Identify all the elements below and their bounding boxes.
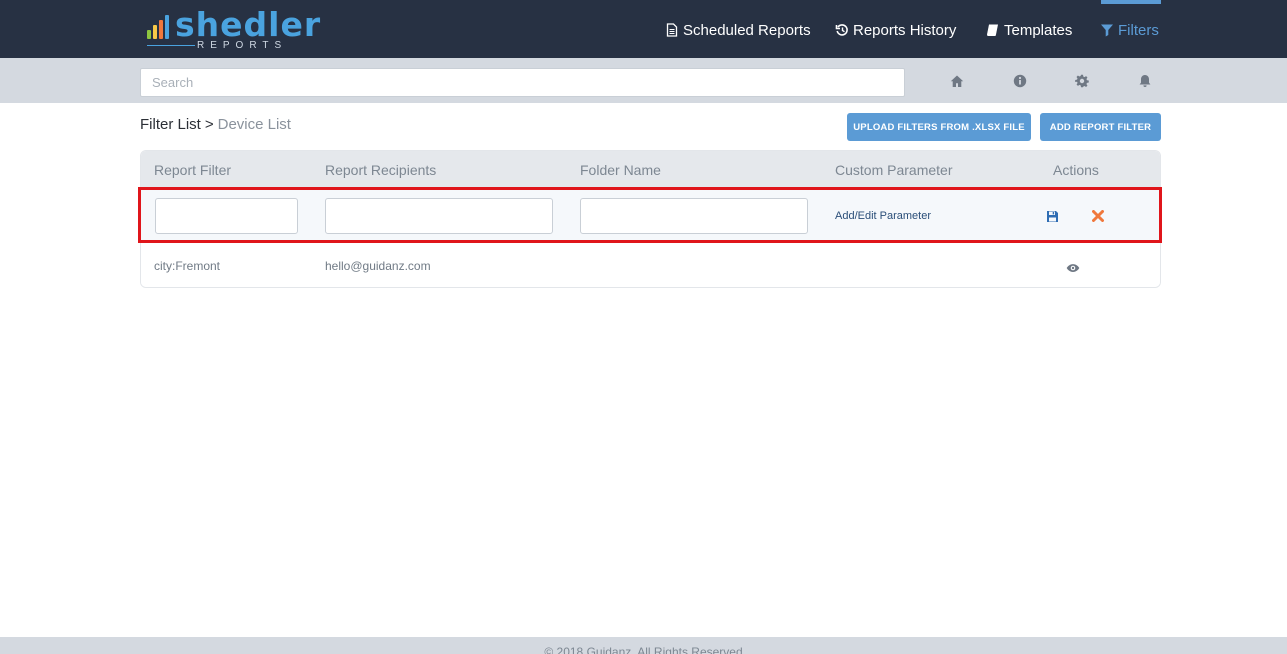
row-report-filter: city:Fremont <box>154 259 221 273</box>
upload-filters-button[interactable]: UPLOAD FILTERS FROM .XLSX FILE <box>847 113 1031 141</box>
footer-copyright: © 2018 Guidanz. All Rights Reserved <box>544 645 743 654</box>
book-icon <box>987 24 998 36</box>
table-row: city:Fremont hello@guidanz.com <box>141 242 1160 287</box>
close-icon[interactable] <box>1091 209 1105 223</box>
nav-reports-history[interactable]: Reports History <box>835 20 956 40</box>
add-edit-parameter-link[interactable]: Add/Edit Parameter <box>835 210 931 222</box>
header-actions: Actions <box>1053 162 1099 178</box>
header-report-recipients: Report Recipients <box>325 162 437 178</box>
row-report-recipients: hello@guidanz.com <box>325 259 431 273</box>
breadcrumb: Filter List > Device List <box>140 116 291 133</box>
logo-subtitle: REPORTS <box>197 40 288 51</box>
breadcrumb-separator: > <box>204 116 214 133</box>
footer: © 2018 Guidanz. All Rights Reserved <box>0 637 1287 654</box>
filters-table: Report Filter Report Recipients Folder N… <box>140 150 1161 288</box>
gear-icon[interactable] <box>1074 73 1090 89</box>
report-recipients-input[interactable] <box>325 198 553 234</box>
header-folder-name: Folder Name <box>580 162 661 178</box>
filter-icon <box>1101 24 1113 37</box>
report-filter-input[interactable] <box>155 198 298 234</box>
nav-templates-label: Templates <box>1004 21 1073 39</box>
save-icon[interactable] <box>1045 209 1059 223</box>
nav-active-indicator <box>1101 0 1161 4</box>
breadcrumb-filter-list[interactable]: Filter List <box>140 116 201 133</box>
nav-reports-history-label: Reports History <box>853 21 957 39</box>
nav-filters[interactable]: Filters <box>1100 20 1159 40</box>
breadcrumb-device-list: Device List <box>217 116 291 133</box>
header-report-filter: Report Filter <box>154 162 232 178</box>
nav-filters-label: Filters <box>1118 21 1159 39</box>
table-header: Report Filter Report Recipients Folder N… <box>141 151 1160 189</box>
edit-row: Add/Edit Parameter <box>141 189 1160 242</box>
bell-icon[interactable] <box>1137 73 1153 89</box>
eye-icon[interactable] <box>1066 261 1080 275</box>
nav-scheduled-reports[interactable]: Scheduled Reports <box>665 20 811 40</box>
info-icon[interactable] <box>1012 73 1028 89</box>
logo-wordmark: shedler <box>175 5 322 44</box>
history-icon <box>835 24 848 36</box>
folder-name-input[interactable] <box>580 198 808 234</box>
header-custom-parameter: Custom Parameter <box>835 162 953 178</box>
shedler-logo[interactable]: shedler REPORTS <box>147 7 320 53</box>
logo-bars-icon <box>147 15 173 39</box>
search-input[interactable] <box>140 68 905 97</box>
home-icon[interactable] <box>949 73 965 89</box>
nav-templates[interactable]: Templates <box>986 20 1072 40</box>
file-text-icon <box>666 23 678 37</box>
top-navbar: shedler REPORTS Scheduled Reports Report… <box>0 0 1287 58</box>
add-report-filter-button[interactable]: ADD REPORT FILTER <box>1040 113 1161 141</box>
nav-scheduled-reports-label: Scheduled Reports <box>683 21 811 39</box>
